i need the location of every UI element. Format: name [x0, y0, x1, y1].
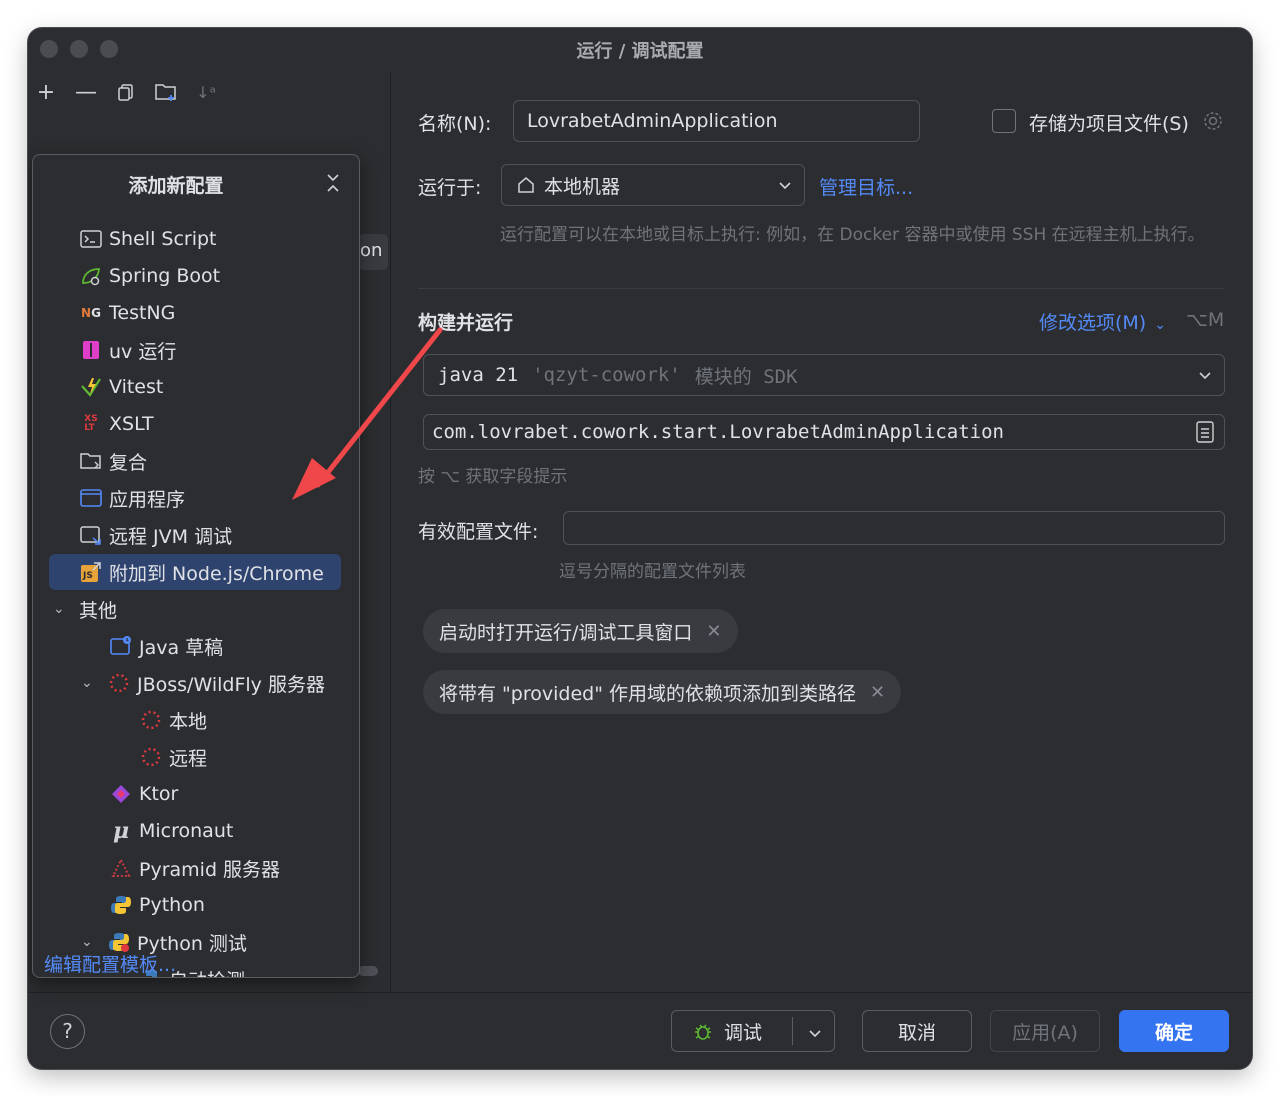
ok-button[interactable]: 确定: [1119, 1010, 1229, 1052]
clipped-item: ˜ ˙ ˙ ˙: [81, 205, 201, 208]
list-item-testng[interactable]: NG TestNG: [79, 295, 175, 331]
tree-group-other[interactable]: ⌄ 其他: [53, 591, 117, 627]
chevron-down-icon[interactable]: ⌄: [53, 601, 69, 617]
chevron-down-icon[interactable]: ⌄: [81, 675, 97, 691]
jboss-icon: [139, 708, 163, 732]
cancel-button[interactable]: 取消: [862, 1010, 972, 1052]
jboss-icon: [139, 745, 163, 769]
add-new-config-popup: 添加新配置 ˜ ˙ ˙ ˙ Shell Script Spring Boot N…: [32, 154, 360, 978]
help-button[interactable]: ?: [50, 1014, 85, 1049]
config-type-list: ˜ ˙ ˙ ˙ Shell Script Spring Boot NG Test…: [33, 205, 359, 977]
list-item-shell-script[interactable]: Shell Script: [79, 221, 217, 257]
close-icon[interactable]: ✕: [706, 621, 721, 642]
svg-text:JS: JS: [82, 571, 93, 581]
xslt-icon: XS LT: [84, 414, 98, 433]
list-item-jboss-remote[interactable]: 远程: [139, 739, 207, 775]
add-icon[interactable]: +: [32, 78, 60, 106]
copy-icon[interactable]: [112, 78, 140, 106]
list-item-application[interactable]: 应用程序: [79, 480, 185, 516]
popup-title: 添加新配置: [128, 175, 224, 197]
config-form: 名称(N): LovrabetAdminApplication 存储为项目文件(…: [391, 72, 1252, 992]
list-item-ktor[interactable]: Ktor: [109, 776, 178, 812]
list-item-python[interactable]: Python: [109, 887, 205, 923]
store-as-file-checkbox[interactable]: [992, 109, 1016, 133]
list-item-jboss-local[interactable]: 本地: [139, 702, 207, 738]
uv-icon: [79, 338, 103, 362]
profiles-label: 有效配置文件:: [418, 521, 539, 543]
bug-icon: [692, 1020, 714, 1042]
chevron-down-icon[interactable]: [808, 1023, 822, 1045]
pyramid-icon: [109, 856, 133, 880]
list-item-spring-boot[interactable]: Spring Boot: [79, 258, 220, 294]
selected-config-behind[interactable]: on: [358, 234, 388, 270]
name-label: 名称(N):: [418, 113, 492, 135]
section-divider: [418, 288, 1225, 289]
list-item-compound[interactable]: 复合: [79, 443, 147, 479]
list-item-xslt[interactable]: XS LT XSLT: [79, 406, 153, 442]
micronaut-icon: μ: [112, 818, 130, 844]
debug-button[interactable]: 调试: [671, 1010, 835, 1052]
run-debug-config-window: 运行 / 调试配置 + — ↓ᵃ on 添加新配置 ˜ ˙ ˙ ˙ Shell …: [28, 28, 1252, 1069]
jboss-icon: [107, 671, 131, 695]
new-folder-icon[interactable]: [152, 78, 180, 106]
folder-icon: [79, 449, 103, 473]
list-item-java-scratch[interactable]: Java 草稿: [109, 628, 223, 664]
modify-options-shortcut: ⌥M: [1186, 309, 1225, 331]
run-on-label: 运行于:: [418, 177, 482, 199]
run-on-hint: 运行配置可以在本地或目标上执行: 例如，在 Docker 容器中或使用 SSH …: [500, 225, 1205, 245]
chevron-down-icon: ⌄: [1154, 317, 1166, 333]
chevron-down-icon: [1198, 365, 1212, 387]
window-title: 运行 / 调试配置: [576, 41, 704, 62]
sort-icon[interactable]: ↓ᵃ: [192, 78, 220, 106]
store-as-file-label: 存储为项目文件(S): [1029, 113, 1189, 135]
list-item-uv-run[interactable]: uv 运行: [79, 332, 176, 368]
tree-group-jboss[interactable]: ⌄ JBoss/WildFly 服务器: [81, 665, 325, 701]
run-on-select[interactable]: 本地机器: [501, 164, 805, 206]
java-scratch-icon: [109, 634, 133, 658]
profiles-input[interactable]: [563, 511, 1225, 545]
profiles-hint: 逗号分隔的配置文件列表: [559, 562, 746, 582]
application-icon: [79, 486, 103, 510]
chevron-down-icon: [778, 175, 792, 197]
title-bar: 运行 / 调试配置: [28, 28, 1252, 68]
close-icon[interactable]: ✕: [870, 682, 885, 703]
list-item-vitest[interactable]: Vitest: [79, 369, 163, 405]
section-title: 构建并运行: [418, 312, 514, 334]
apply-button[interactable]: 应用(A): [990, 1010, 1100, 1052]
testng-icon: NG: [81, 306, 101, 320]
browse-icon[interactable]: [1196, 421, 1214, 448]
footer-divider: [28, 992, 1252, 993]
chevron-down-icon[interactable]: ⌄: [81, 934, 97, 950]
option-tag-open-tool-window[interactable]: 启动时打开运行/调试工具窗口 ✕: [423, 609, 738, 653]
field-hint: 按 ⌥ 获取字段提示: [418, 467, 568, 487]
home-icon: [516, 175, 536, 195]
modify-options-link[interactable]: 修改选项(M) ⌄: [1039, 308, 1166, 335]
python-icon: [109, 893, 133, 917]
manage-targets-link[interactable]: 管理目标...: [819, 173, 913, 200]
spring-icon: [79, 264, 103, 288]
edit-config-templates-link[interactable]: 编辑配置模板...: [44, 950, 176, 977]
remove-icon[interactable]: —: [72, 78, 100, 106]
config-tree-panel: + — ↓ᵃ on 添加新配置 ˜ ˙ ˙ ˙ Shell Script: [28, 72, 390, 992]
nodejs-icon: JS: [79, 560, 103, 584]
option-tag-provided-scope[interactable]: 将带有 "provided" 作用域的依赖项添加到类路径 ✕: [423, 670, 902, 714]
name-input[interactable]: LovrabetAdminApplication: [513, 100, 920, 142]
gear-icon[interactable]: [1201, 109, 1225, 133]
list-item-remote-jvm-debug[interactable]: 远程 JVM 调试: [79, 517, 232, 553]
shell-icon: [79, 227, 103, 251]
collapse-icon[interactable]: [321, 173, 345, 197]
horizontal-scrollbar[interactable]: [358, 966, 378, 976]
vitest-icon: [79, 375, 103, 399]
list-item-attach-nodejs-chrome[interactable]: JS 附加到 Node.js/Chrome: [49, 554, 341, 590]
main-class-input[interactable]: com.lovrabet.cowork.start.LovrabetAdminA…: [423, 414, 1225, 450]
ktor-icon: [109, 782, 133, 806]
remote-debug-icon: [79, 523, 103, 547]
split-divider: [792, 1017, 793, 1045]
list-item-micronaut[interactable]: μ Micronaut: [109, 813, 233, 849]
sdk-select[interactable]: java 21 'qzyt-cowork' 模块的 SDK: [423, 354, 1225, 396]
list-item-pyramid-server[interactable]: Pyramid 服务器: [109, 850, 280, 886]
